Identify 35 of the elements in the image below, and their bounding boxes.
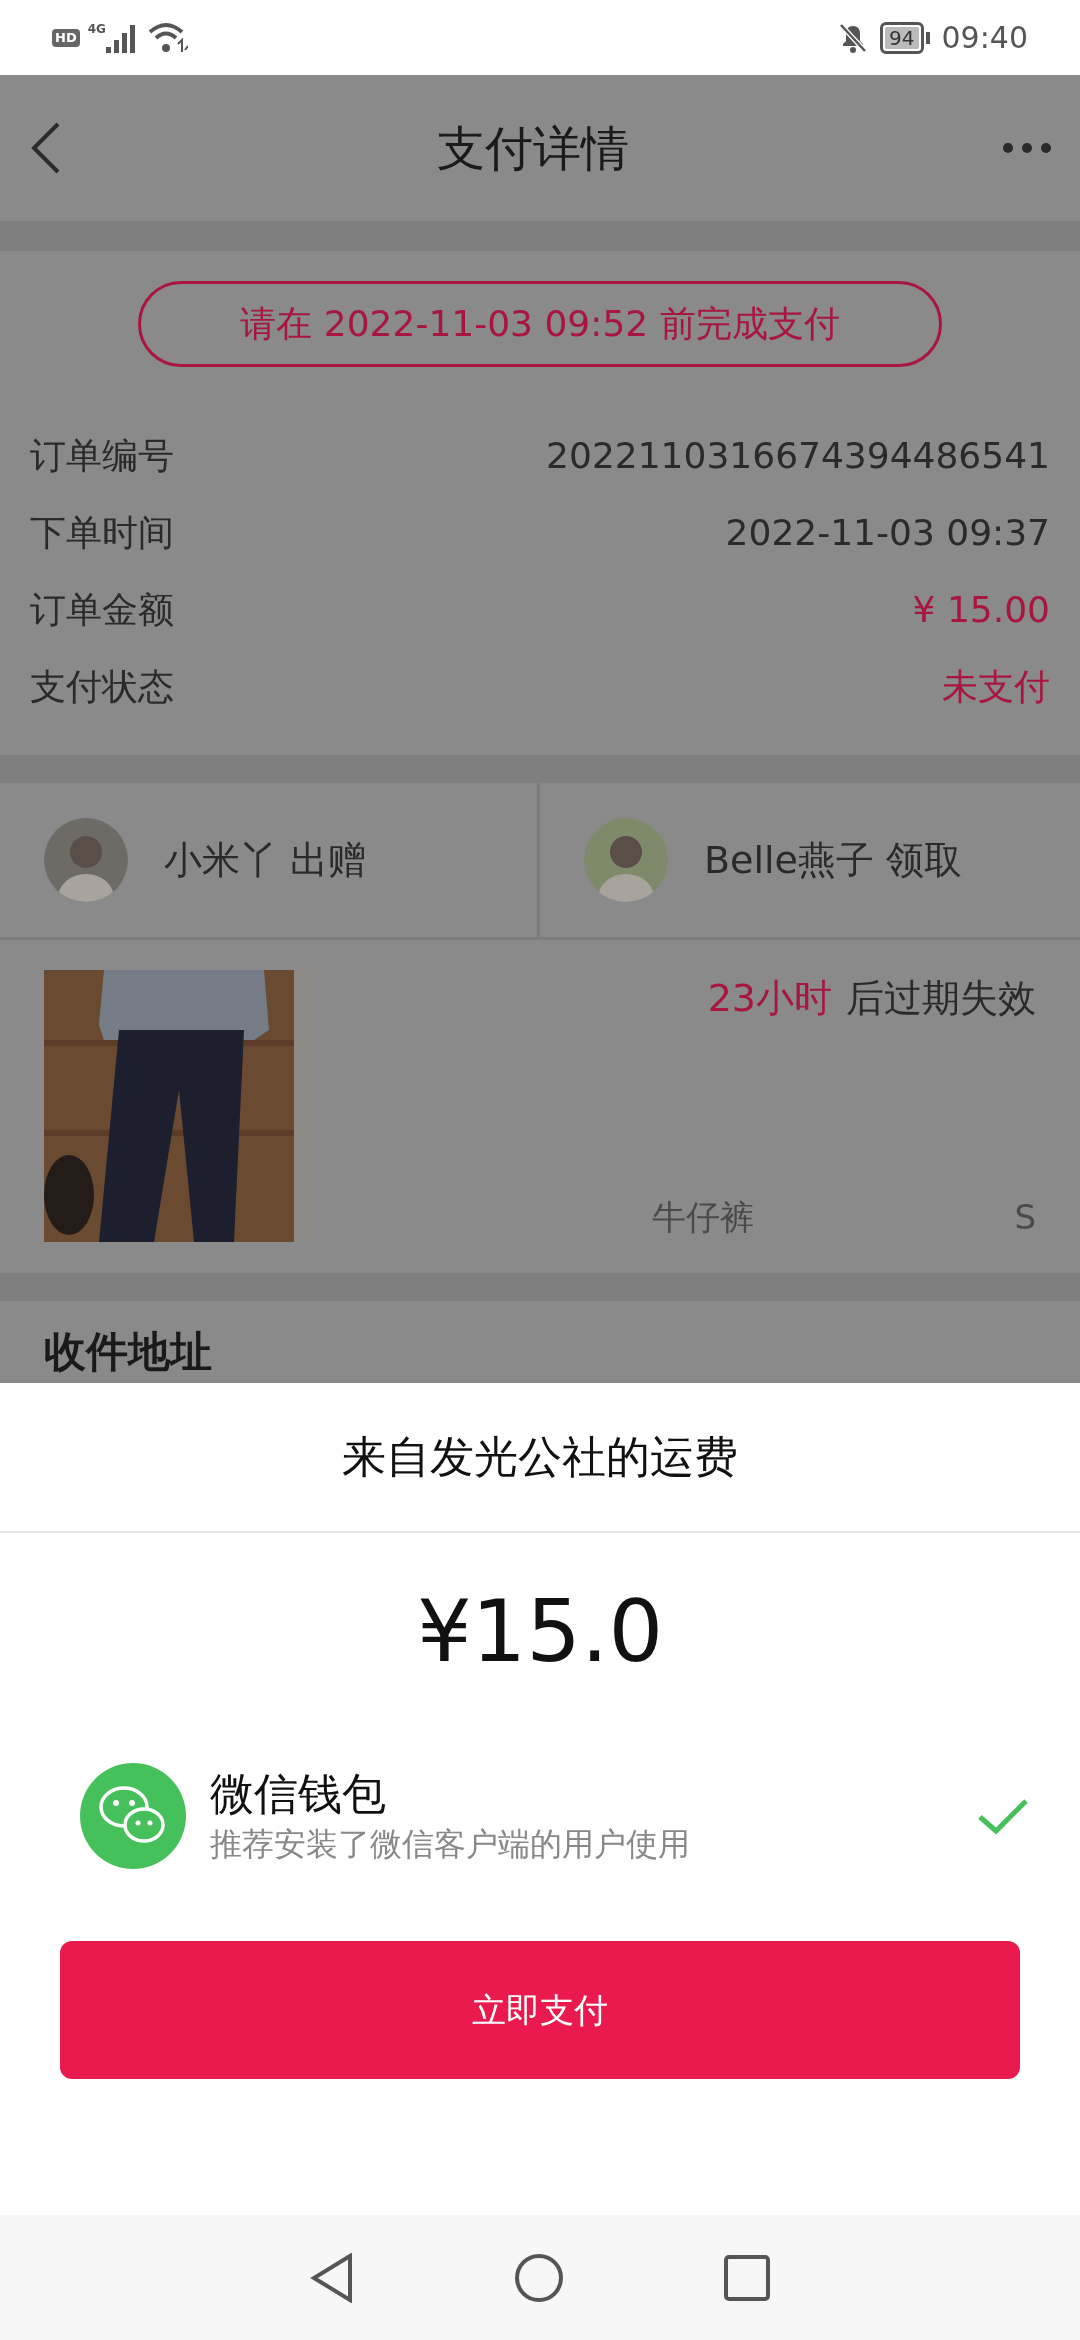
payment-name: 微信钱包 xyxy=(210,1767,387,1821)
sheet-title: 来自发光公社的运费 xyxy=(342,1430,738,1484)
wifi-icon xyxy=(147,21,188,54)
expiry-time: 23小时 xyxy=(707,975,832,1022)
detail-value: 未支付 xyxy=(942,664,1050,709)
product-name: 牛仔裤 xyxy=(652,1196,754,1239)
back-icon[interactable] xyxy=(310,2252,354,2303)
muted-bell-icon xyxy=(838,21,869,54)
chat-bubbles-icon xyxy=(80,1763,186,1869)
recents-icon[interactable] xyxy=(724,2254,770,2301)
section-heading: 收件地址 xyxy=(44,1327,212,1376)
detail-value: ¥ 15.00 xyxy=(912,587,1050,632)
page-title: 支付详情 xyxy=(437,119,629,178)
payment-description: 推荐安装了微信客户端的用户使用 xyxy=(210,1824,691,1865)
deadline-notice: 请在 2022-11-03 09:52 前完成支付 xyxy=(138,281,942,367)
detail-label: 订单编号 xyxy=(30,433,174,478)
detail-value: 2022-11-03 09:37 xyxy=(725,510,1050,555)
detail-value: 2022110316674394486541 xyxy=(546,433,1050,478)
product-size: S xyxy=(1014,1196,1036,1239)
more-icon[interactable] xyxy=(1002,142,1052,154)
detail-label: 支付状态 xyxy=(30,664,174,709)
detail-label: 下单时间 xyxy=(30,510,174,555)
checkmark-icon[interactable] xyxy=(978,1797,1030,1835)
expiry-text: 后过期失效 xyxy=(846,975,1036,1022)
detail-label: 订单金额 xyxy=(30,587,174,632)
home-icon[interactable] xyxy=(514,2252,564,2303)
hd-badge: HD xyxy=(52,28,80,47)
user-label: Belle燕子 领取 xyxy=(704,836,963,884)
network-label: 4G xyxy=(87,22,106,35)
pay-button[interactable]: 立即支付 xyxy=(60,1941,1020,2079)
clock: 09:40 xyxy=(941,19,1028,57)
amount: ¥15.0 xyxy=(416,1579,664,1683)
user-label: 小米丫 出赠 xyxy=(164,836,367,884)
battery-level: 94 xyxy=(885,26,919,49)
payment-option[interactable]: 微信钱包 推荐安装了微信客户端的用户使用 xyxy=(0,1721,1080,1911)
